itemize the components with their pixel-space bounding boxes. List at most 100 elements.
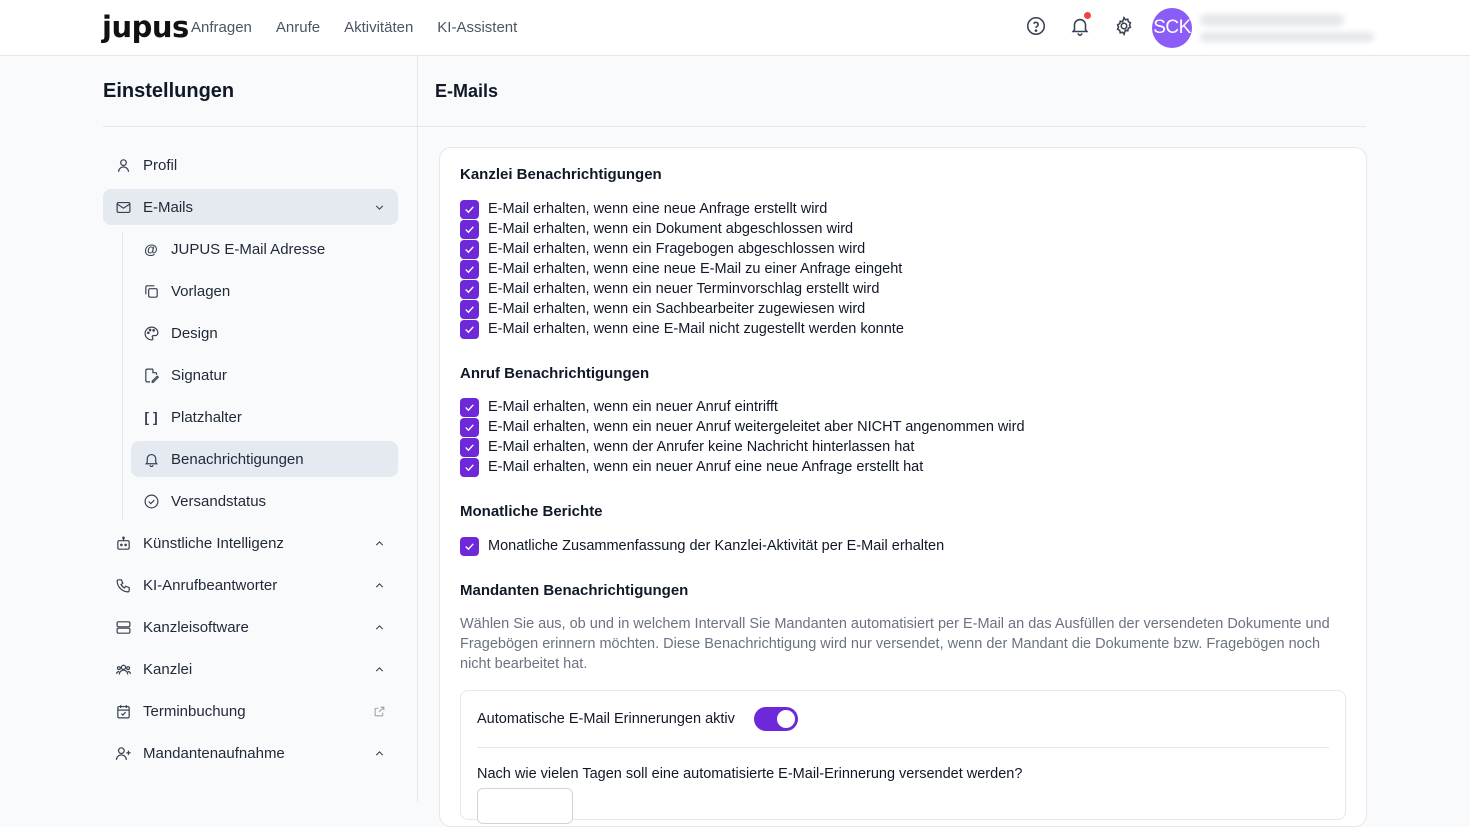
sidebar-item-label: Kanzleisoftware — [143, 618, 249, 636]
nav-anfragen[interactable]: Anfragen — [191, 19, 252, 36]
at-icon: @ — [144, 241, 158, 257]
mail-icon — [114, 198, 132, 216]
sidebar-item-profil[interactable]: Profil — [103, 147, 398, 183]
checkbox-checked[interactable] — [460, 279, 479, 299]
nav-anrufe[interactable]: Anrufe — [276, 19, 320, 36]
help-icon[interactable] — [1024, 14, 1048, 38]
checkbox-row[interactable]: Monatliche Zusammenfassung der Kanzlei-A… — [460, 536, 944, 556]
checkbox-checked[interactable] — [460, 437, 479, 457]
checkbox-checked[interactable] — [460, 397, 479, 417]
top-navigation-bar: jupus Anfragen Anrufe Aktivitäten KI-Ass… — [0, 0, 1470, 56]
section-title-kanzlei: Kanzlei Benachrichtigungen — [460, 166, 662, 183]
calendar-check-icon — [114, 702, 132, 720]
sidebar-item-signatur[interactable]: Signatur — [131, 357, 398, 393]
sidebar-item-label: Künstliche Intelligenz — [143, 534, 284, 552]
mandanten-description: Wählen Sie aus, ob und in welchem Interv… — [460, 616, 1330, 672]
checkbox-checked[interactable] — [460, 199, 479, 219]
chevron-down-icon[interactable] — [372, 200, 386, 214]
sidebar-item-ki[interactable]: Künstliche Intelligenz — [103, 525, 398, 561]
user-plus-icon — [114, 744, 132, 762]
external-link-icon[interactable] — [372, 704, 386, 718]
app-logo[interactable]: jupus — [102, 10, 189, 44]
toggle-label: Automatische E-Mail Erinnerungen aktiv — [477, 711, 735, 727]
notification-dot — [1084, 12, 1091, 19]
checkbox-checked[interactable] — [460, 457, 479, 477]
sidebar-title: Einstellungen — [103, 80, 235, 102]
nav-aktivitaeten[interactable]: Aktivitäten — [344, 19, 413, 36]
checkbox-row[interactable]: E-Mail erhalten, wenn ein Sachbearbeiter… — [460, 299, 865, 319]
days-label: Nach wie vielen Tagen soll eine automati… — [477, 766, 1023, 782]
sidebar-item-kanzlei[interactable]: Kanzlei — [103, 651, 398, 687]
sidebar-divider — [103, 126, 418, 127]
checkbox-row[interactable]: E-Mail erhalten, wenn eine E-Mail nicht … — [460, 319, 904, 339]
sidebar-item-vorlagen[interactable]: Vorlagen — [131, 273, 398, 309]
sidebar-item-jupus-email[interactable]: @ JUPUS E-Mail Adresse — [131, 231, 398, 267]
sidebar-item-label: KI-Anrufbeantworter — [143, 576, 278, 594]
sidebar-item-label: Vorlagen — [171, 282, 231, 300]
checkbox-row[interactable]: E-Mail erhalten, wenn eine neue E-Mail z… — [460, 259, 902, 279]
sidebar-item-label: Platzhalter — [171, 408, 242, 426]
chevron-up-icon[interactable] — [372, 620, 386, 634]
sidebar-item-platzhalter[interactable]: [ ] Platzhalter — [131, 399, 398, 435]
sidebar-item-terminbuchung[interactable]: Terminbuchung — [103, 693, 398, 729]
user-icon — [114, 156, 132, 174]
days-input[interactable] — [477, 788, 573, 824]
sidebar-item-emails[interactable]: E-Mails — [103, 189, 398, 225]
checkbox-checked[interactable] — [460, 319, 479, 339]
checkbox-label: E-Mail erhalten, wenn ein Fragebogen abg… — [488, 241, 866, 257]
check-circle-icon — [142, 492, 160, 510]
sidebar-item-benachrichtigungen[interactable]: Benachrichtigungen — [131, 441, 398, 477]
checkbox-checked[interactable] — [460, 239, 479, 259]
gear-icon[interactable] — [1112, 14, 1136, 38]
palette-icon — [142, 324, 160, 342]
checkbox-label: E-Mail erhalten, wenn ein neuer Terminvo… — [488, 281, 880, 297]
chevron-up-icon[interactable] — [372, 662, 386, 676]
checkbox-row[interactable]: E-Mail erhalten, wenn ein Dokument abges… — [460, 219, 853, 239]
sidebar-item-label: Versandstatus — [171, 492, 267, 510]
checkbox-checked[interactable] — [460, 219, 479, 239]
auto-reminder-toggle[interactable] — [754, 707, 798, 731]
checkbox-row[interactable]: E-Mail erhalten, wenn ein neuer Anruf ei… — [460, 397, 778, 417]
chevron-up-icon[interactable] — [372, 578, 386, 592]
chevron-up-icon[interactable] — [372, 746, 386, 760]
checkbox-label: E-Mail erhalten, wenn eine E-Mail nicht … — [488, 321, 904, 337]
user-name-redacted — [1200, 14, 1344, 26]
file-signature-icon — [142, 366, 160, 384]
checkbox-row[interactable]: E-Mail erhalten, wenn der Anrufer keine … — [460, 437, 914, 457]
sidebar-item-ki-anrufbeantworter[interactable]: KI-Anrufbeantworter — [103, 567, 398, 603]
user-email-redacted — [1200, 32, 1374, 42]
checkbox-checked[interactable] — [460, 299, 479, 319]
sidebar-item-label: Benachrichtigungen — [171, 450, 304, 468]
bell-icon[interactable] — [1068, 12, 1092, 38]
sidebar-item-mandantenaufnahme[interactable]: Mandantenaufnahme — [103, 735, 398, 771]
phone-icon — [114, 576, 132, 594]
users-icon — [114, 660, 132, 678]
inner-divider — [477, 747, 1329, 748]
sidebar-item-label: Design — [171, 324, 218, 342]
chevron-up-icon[interactable] — [372, 536, 386, 550]
checkbox-row[interactable]: E-Mail erhalten, wenn ein neuer Anruf we… — [460, 417, 1025, 437]
checkbox-row[interactable]: E-Mail erhalten, wenn ein neuer Terminvo… — [460, 279, 879, 299]
nav-ki-assistent[interactable]: KI-Assistent — [437, 19, 517, 36]
page-title: E-Mails — [435, 81, 499, 101]
sidebar-item-versandstatus[interactable]: Versandstatus — [131, 483, 398, 519]
checkbox-checked[interactable] — [460, 536, 479, 556]
sidebar-item-design[interactable]: Design — [131, 315, 398, 351]
section-title-mandanten: Mandanten Benachrichtigungen — [460, 582, 689, 599]
checkbox-label: E-Mail erhalten, wenn eine neue E-Mail z… — [488, 261, 903, 277]
checkbox-checked[interactable] — [460, 417, 479, 437]
sidebar-item-kanzleisoftware[interactable]: Kanzleisoftware — [103, 609, 398, 645]
server-icon — [114, 618, 132, 636]
section-title-berichte: Monatliche Berichte — [460, 503, 603, 520]
checkbox-label: E-Mail erhalten, wenn ein neuer Anruf ei… — [488, 399, 778, 415]
checkbox-row[interactable]: E-Mail erhalten, wenn ein neuer Anruf ei… — [460, 457, 923, 477]
checkbox-row[interactable]: E-Mail erhalten, wenn ein Fragebogen abg… — [460, 239, 865, 259]
checkbox-label: Monatliche Zusammenfassung der Kanzlei-A… — [488, 538, 945, 554]
main-divider — [418, 126, 1366, 127]
section-title-anruf: Anruf Benachrichtigungen — [460, 365, 650, 382]
sidebar-item-label: E-Mails — [143, 198, 194, 216]
main-nav: Anfragen Anrufe Aktivitäten KI-Assistent — [191, 19, 517, 36]
checkbox-checked[interactable] — [460, 259, 479, 279]
checkbox-row[interactable]: E-Mail erhalten, wenn eine neue Anfrage … — [460, 199, 827, 219]
user-avatar[interactable]: SCK — [1152, 8, 1192, 48]
